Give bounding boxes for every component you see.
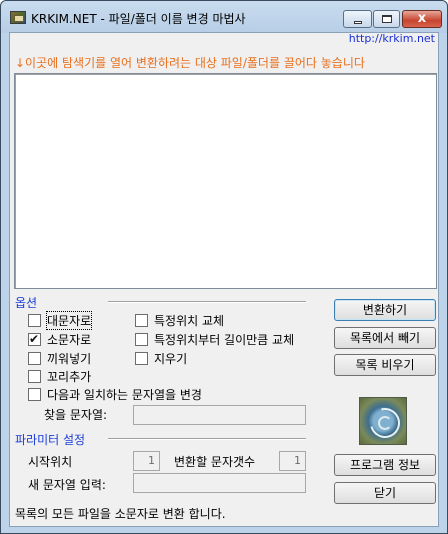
- maximize-button[interactable]: [373, 10, 400, 28]
- insert-checkbox[interactable]: 끼워넣기: [28, 350, 91, 367]
- parameters-divider: [108, 438, 306, 440]
- convert-button[interactable]: 변환하기: [334, 299, 436, 321]
- lowercase-checkbox[interactable]: 소문자로: [28, 331, 91, 348]
- replace-length-checkbox-box[interactable]: [135, 333, 148, 346]
- find-string-input[interactable]: [133, 405, 306, 425]
- erase-checkbox-box[interactable]: [135, 352, 148, 365]
- maximize-icon: [382, 15, 392, 23]
- new-string-input[interactable]: [133, 473, 306, 493]
- replace-matching-label: 다음과 일치하는 문자열을 변경: [47, 388, 202, 402]
- new-string-label: 새 문자열 입력:: [28, 478, 106, 492]
- erase-checkbox[interactable]: 지우기: [135, 350, 187, 367]
- uppercase-checkbox-box[interactable]: [28, 314, 41, 327]
- replace-at-position-checkbox-box[interactable]: [135, 314, 148, 327]
- minimize-icon: [354, 21, 362, 24]
- close-icon: x: [417, 11, 427, 26]
- program-logo: [359, 397, 407, 445]
- find-string-label: 찾을 문자열:: [44, 408, 108, 422]
- replace-matching-checkbox[interactable]: 다음과 일치하는 문자열을 변경: [28, 386, 202, 403]
- close-button[interactable]: 닫기: [334, 482, 436, 504]
- app-icon: [10, 11, 26, 24]
- clear-list-button[interactable]: 목록 비우기: [334, 354, 436, 376]
- char-count-label: 변환할 문자갯수: [174, 455, 256, 469]
- site-link[interactable]: http://krkim.net: [349, 32, 435, 45]
- replace-at-position-label: 특정위치 교체: [154, 314, 225, 328]
- options-divider: [108, 301, 306, 303]
- replace-matching-checkbox-box[interactable]: [28, 388, 41, 401]
- start-position-label: 시작위치: [28, 455, 73, 469]
- append-suffix-label: 꼬리추가: [47, 370, 92, 384]
- app-window: KRKIM.NET - 파일/폴더 이름 변경 마법사 x http://krk…: [0, 0, 448, 534]
- program-info-button[interactable]: 프로그램 정보: [334, 454, 436, 476]
- parameters-group-label: 파라미터 설정: [15, 433, 86, 447]
- replace-length-label: 특정위치부터 길이만큼 교체: [154, 333, 295, 347]
- minimize-button[interactable]: [343, 10, 372, 28]
- client-area: http://krkim.net ↓이곳에 탐색기를 열어 변환하려는 대상 파…: [9, 32, 439, 527]
- lowercase-label: 소문자로: [47, 333, 92, 347]
- status-text: 목록의 모든 파일을 소문자로 변환 합니다.: [15, 507, 226, 521]
- uppercase-checkbox[interactable]: 대문자로: [28, 311, 93, 330]
- start-position-input[interactable]: 1: [133, 451, 160, 471]
- insert-label: 끼워넣기: [47, 352, 92, 366]
- lowercase-checkbox-box[interactable]: [28, 331, 41, 347]
- uppercase-label: 대문자로: [45, 311, 93, 330]
- close-window-button[interactable]: x: [402, 10, 442, 28]
- append-suffix-checkbox[interactable]: 꼬리추가: [28, 368, 91, 385]
- replace-at-position-checkbox[interactable]: 특정위치 교체: [135, 312, 224, 329]
- options-group-label: 옵션: [15, 296, 38, 310]
- window-title: KRKIM.NET - 파일/폴더 이름 변경 마법사: [31, 12, 246, 26]
- file-drop-list[interactable]: [14, 73, 437, 289]
- char-count-input[interactable]: 1: [279, 451, 306, 471]
- title-bar[interactable]: KRKIM.NET - 파일/폴더 이름 변경 마법사 x: [1, 1, 447, 33]
- replace-length-checkbox[interactable]: 특정위치부터 길이만큼 교체: [135, 331, 294, 348]
- append-suffix-checkbox-box[interactable]: [28, 370, 41, 383]
- erase-label: 지우기: [154, 352, 188, 366]
- drop-hint: ↓이곳에 탐색기를 열어 변환하려는 대상 파일/폴더를 끌어다 놓습니다: [15, 56, 365, 70]
- insert-checkbox-box[interactable]: [28, 352, 41, 365]
- remove-from-list-button[interactable]: 목록에서 빼기: [334, 327, 436, 349]
